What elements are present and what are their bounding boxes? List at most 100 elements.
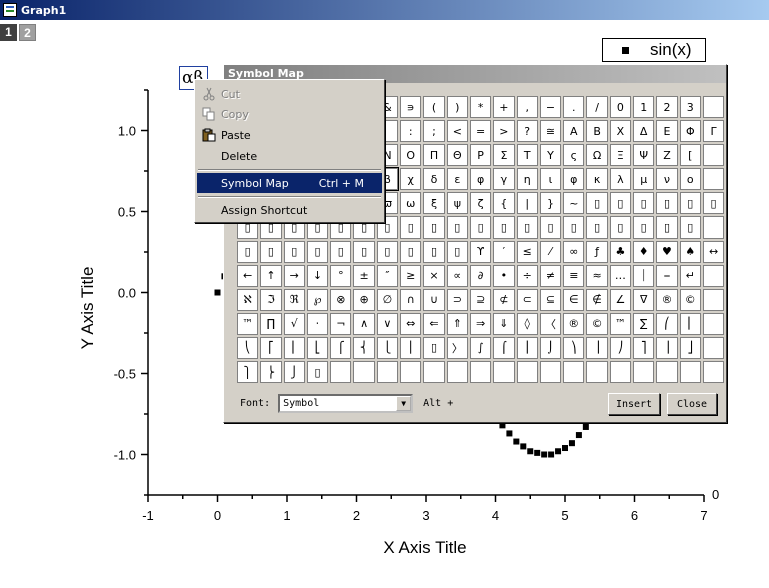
symbol-cell[interactable]: ∍ [400,96,422,119]
symbol-cell[interactable]: | [516,192,538,215]
symbol-cell[interactable]: ▯ [516,216,538,239]
close-button[interactable]: Close [667,393,717,415]
symbol-cell[interactable]: √ [283,312,305,335]
symbol-cell[interactable]: * [469,96,492,119]
symbol-cell[interactable]: ▯ [633,216,655,239]
symbol-cell[interactable]: ℘ [306,288,329,311]
symbol-cell[interactable]: ⎠ [609,336,632,360]
symbol-cell[interactable]: ▯ [563,216,585,239]
symbol-cell[interactable]: ▯ [376,240,399,263]
symbol-cell[interactable]: ∠ [609,288,632,311]
symbol-cell[interactable]: ▯ [330,240,352,263]
symbol-cell[interactable]: Υ [539,144,562,167]
symbol-cell[interactable]: > [493,120,515,143]
symbol-cell[interactable]: ⎢ [283,336,305,360]
symbol-cell[interactable]: ξ [423,192,445,215]
symbol-cell[interactable]: : [400,120,422,143]
symbol-cell[interactable]: λ [609,168,632,191]
symbol-cell[interactable]: ⎮ [516,336,538,360]
symbol-cell[interactable]: Ρ [469,144,492,167]
symbol-cell[interactable]: ⇐ [423,312,445,335]
symbol-cell[interactable]: ⏐ [633,264,655,287]
symbol-cell[interactable]: { [493,192,515,215]
symbol-cell[interactable]: ← [237,264,259,287]
symbol-cell[interactable]: ≡ [563,264,585,287]
symbol-cell[interactable]: ⋅ [306,312,329,335]
symbol-cell[interactable]: ⌠ [493,336,515,360]
symbol-cell[interactable]: / [586,96,608,119]
symbol-cell[interactable]: Π [423,144,445,167]
symbol-cell[interactable]: ▯ [469,216,492,239]
symbol-cell[interactable] [679,361,701,384]
legend[interactable]: sin(x) [602,38,706,62]
symbol-cell[interactable]: ≤ [516,240,538,263]
symbol-cell[interactable]: ψ [446,192,468,215]
symbol-cell[interactable]: … [609,264,632,287]
x-axis-title[interactable]: X Axis Title [383,538,466,557]
symbol-cell[interactable]: η [516,168,538,191]
dropdown-arrow-icon[interactable]: ▼ [396,396,412,411]
symbol-cell[interactable]: κ [586,168,608,191]
symbol-cell[interactable]: ∝ [446,264,468,287]
symbol-cell[interactable]: 1 [633,96,655,119]
symbol-cell[interactable]: ▯ [586,192,608,215]
symbol-cell[interactable]: ↑ [260,264,282,287]
menu-item-symbol-map[interactable]: Symbol Map Ctrl + M [197,173,382,193]
symbol-cell[interactable]: ⊃ [446,288,468,311]
symbol-cell[interactable] [702,336,725,360]
symbol-cell[interactable]: ∫ [469,336,492,360]
symbol-cell[interactable]: ⎛ [656,312,678,335]
symbol-cell[interactable]: ″ [376,264,399,287]
symbol-cell[interactable]: ≈ [586,264,608,287]
symbol-cell[interactable]: ▯ [493,216,515,239]
symbol-cell[interactable]: ▯ [237,240,259,263]
symbol-cell[interactable]: ° [330,264,352,287]
symbol-cell[interactable]: ⇔ [400,312,422,335]
symbol-cell[interactable]: ƒ [586,240,608,263]
symbol-cell[interactable]: ⊇ [469,288,492,311]
symbol-cell[interactable]: ∨ [376,312,399,335]
symbol-cell[interactable]: μ [633,168,655,191]
symbol-cell[interactable]: Σ [493,144,515,167]
symbol-cell[interactable] [702,96,725,119]
symbol-cell[interactable]: ⎦ [679,336,701,360]
symbol-cell[interactable]: ′ [493,240,515,263]
symbol-cell[interactable]: φ [469,168,492,191]
symbol-cell[interactable]: ω [400,192,422,215]
symbol-cell[interactable]: ⎯ [656,264,678,287]
symbol-cell[interactable]: ▯ [679,192,701,215]
symbol-cell[interactable] [400,361,422,384]
symbol-cell[interactable]: ⎞ [563,336,585,360]
symbol-cell[interactable]: ι [539,168,562,191]
insert-button[interactable]: Insert [608,393,660,415]
symbol-cell[interactable]: © [679,288,701,311]
symbol-cell[interactable]: δ [423,168,445,191]
symbol-cell[interactable]: } [539,192,562,215]
symbol-cell[interactable]: ▯ [633,192,655,215]
symbol-cell[interactable] [563,361,585,384]
symbol-cell[interactable]: ∉ [586,288,608,311]
symbol-cell[interactable]: < [446,120,468,143]
symbol-cell[interactable]: [ [679,144,701,167]
symbol-cell[interactable]: + [493,96,515,119]
symbol-cell[interactable]: ∧ [353,312,375,335]
symbol-cell[interactable]: Ω [586,144,608,167]
menu-item-delete[interactable]: Delete [197,146,382,166]
symbol-cell[interactable]: ▯ [656,192,678,215]
symbol-cell[interactable] [656,361,678,384]
symbol-cell[interactable]: ⇑ [446,312,468,335]
symbol-cell[interactable] [702,361,725,384]
symbol-cell[interactable]: ⊄ [493,288,515,311]
symbol-cell[interactable]: − [539,96,562,119]
symbol-cell[interactable] [702,216,725,239]
symbol-cell[interactable]: ▯ [702,192,725,215]
symbol-cell[interactable]: ◊ [516,312,538,335]
symbol-cell[interactable]: ⎪ [400,336,422,360]
symbol-cell[interactable] [539,361,562,384]
symbol-cell[interactable]: ( [423,96,445,119]
symbol-cell[interactable]: ▯ [306,240,329,263]
symbol-cell[interactable]: ≠ [539,264,562,287]
symbol-cell[interactable]: ? [516,120,538,143]
symbol-cell[interactable]: ⎜ [679,312,701,335]
symbol-cell[interactable]: ▯ [306,361,329,384]
